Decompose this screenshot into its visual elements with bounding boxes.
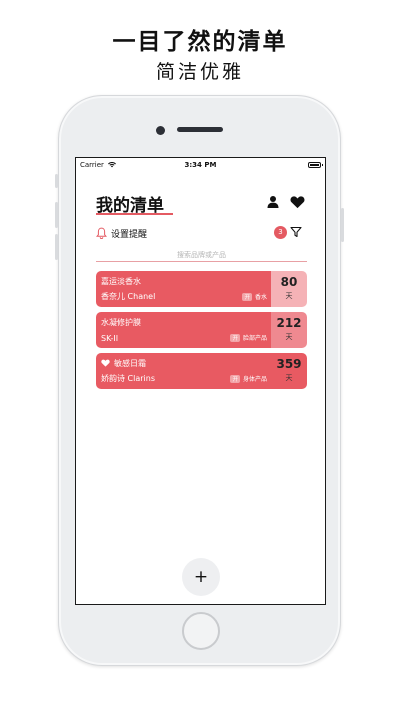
- category-tag: 开 脸部产品: [230, 333, 267, 342]
- mute-switch: [55, 174, 58, 188]
- notification-badge[interactable]: 3: [274, 226, 287, 239]
- volume-up-button: [55, 202, 58, 228]
- status-bar: Carrier 3:34 PM: [76, 158, 325, 171]
- title-underline: [96, 213, 173, 215]
- card-name-row: 敏感日霜: [101, 357, 266, 369]
- category-label: 香水: [254, 294, 267, 301]
- phone-frame: Carrier 3:34 PM 我的清单 设置提醒 3 搜索品牌或产品 嘉运淡香…: [55, 95, 344, 666]
- opened-tag: 开: [230, 333, 240, 342]
- power-button: [341, 208, 344, 242]
- home-button[interactable]: [182, 612, 220, 650]
- days-number: 359: [276, 357, 302, 371]
- brand-name: SK-II: [101, 334, 119, 343]
- days-number: 80: [280, 275, 298, 289]
- favorite-heart-icon[interactable]: [101, 359, 110, 367]
- list-item[interactable]: 嘉运淡香水 香奈儿 Chanel 开 香水 80 天: [96, 271, 307, 307]
- opened-tag: 开: [242, 292, 252, 301]
- product-name: 水凝修护膜: [101, 317, 141, 327]
- card-name-row: 水凝修护膜: [101, 316, 266, 328]
- filter-icon[interactable]: [290, 226, 302, 238]
- list-item[interactable]: 敏感日霜 娇韵诗 Clarins 开 身体产品 359 天: [96, 353, 307, 389]
- add-item-button[interactable]: +: [182, 558, 220, 596]
- bell-icon: [96, 227, 107, 239]
- opened-tag: 开: [230, 374, 240, 383]
- set-reminder-button[interactable]: 设置提醒: [96, 226, 147, 240]
- brand-name: 娇韵诗 Clarins: [101, 374, 156, 383]
- days-remaining: 212 天: [271, 312, 307, 348]
- days-unit: 天: [285, 333, 293, 341]
- days-unit: 天: [285, 292, 293, 300]
- product-list: 嘉运淡香水 香奈儿 Chanel 开 香水 80 天 水凝修护膜 SK-II 开…: [96, 271, 307, 394]
- category-tag: 开 香水: [242, 292, 267, 301]
- app-screen: Carrier 3:34 PM 我的清单 设置提醒 3 搜索品牌或产品 嘉运淡香…: [75, 157, 326, 605]
- promo-title: 一目了然的清单: [112, 29, 288, 55]
- category-label: 脸部产品: [242, 335, 267, 342]
- search-input[interactable]: [96, 248, 307, 262]
- product-name: 敏感日霜: [114, 358, 146, 368]
- days-remaining: 80 天: [271, 271, 307, 307]
- product-name: 嘉运淡香水: [101, 276, 141, 286]
- days-number: 212: [276, 316, 302, 330]
- promo-subtitle: 简洁优雅: [155, 61, 244, 83]
- user-icon[interactable]: [266, 195, 280, 209]
- card-name-row: 嘉运淡香水: [101, 275, 266, 287]
- card-main: 嘉运淡香水 香奈儿 Chanel 开 香水: [96, 271, 271, 307]
- battery-icon: [308, 162, 323, 168]
- earpiece-speaker: [177, 127, 223, 132]
- days-remaining: 359 天: [271, 353, 307, 389]
- reminder-label: 设置提醒: [111, 229, 148, 240]
- card-main: 敏感日霜 娇韵诗 Clarins 开 身体产品: [96, 353, 271, 389]
- status-time: 3:34 PM: [184, 161, 217, 169]
- category-tag: 开 身体产品: [230, 374, 267, 383]
- days-unit: 天: [285, 374, 293, 382]
- brand-name: 香奈儿 Chanel: [101, 292, 156, 301]
- card-main: 水凝修护膜 SK-II 开 脸部产品: [96, 312, 271, 348]
- front-camera: [156, 126, 165, 135]
- category-label: 身体产品: [242, 376, 267, 383]
- list-item[interactable]: 水凝修护膜 SK-II 开 脸部产品 212 天: [96, 312, 307, 348]
- heart-icon[interactable]: [290, 195, 305, 209]
- volume-down-button: [55, 234, 58, 260]
